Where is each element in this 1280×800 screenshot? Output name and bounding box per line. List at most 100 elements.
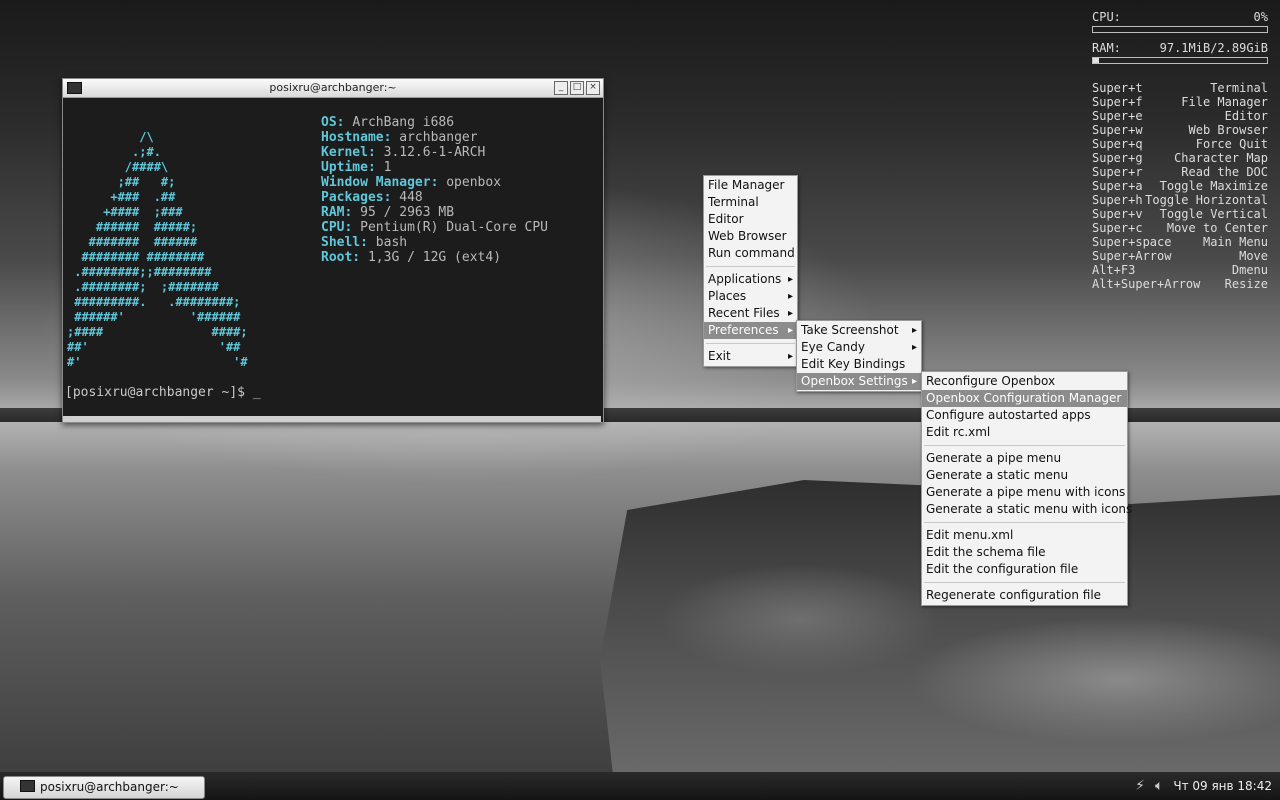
shortcut-row: Super+g Character Map [1092, 151, 1268, 165]
ram-bar [1092, 57, 1268, 64]
system-info-row: Hostname: archbanger [321, 130, 548, 145]
system-info-value: bash [375, 235, 408, 250]
system-info-key: Shell: [321, 235, 368, 250]
taskbar: posixru@archbanger:~ ⚡ 🔈︎ Чт 09 янв 18:4… [0, 772, 1280, 800]
close-button[interactable]: × [586, 81, 600, 95]
menu-item-generate-pipe-menu-icons[interactable]: Generate a pipe menu with icons [922, 484, 1127, 501]
menu-item-eye-candy[interactable]: Eye Candy [797, 339, 921, 356]
menu-item-edit-rcxml[interactable]: Edit rc.xml [922, 424, 1127, 441]
maximize-button[interactable]: □ [570, 81, 584, 95]
menu-item-recent-files[interactable]: Recent Files [704, 305, 797, 322]
menu-item-regenerate-config[interactable]: Regenerate configuration file [922, 587, 1127, 604]
shortcut-row: Super+Arrow Move [1092, 249, 1268, 263]
shortcut-key: Super+a [1092, 179, 1143, 193]
menu-item-run-command[interactable]: Run command [704, 245, 797, 262]
menu-item-edit-schema[interactable]: Edit the schema file [922, 544, 1127, 561]
menu-item-configure-autostart[interactable]: Configure autostarted apps [922, 407, 1127, 424]
shortcut-key: Super+c [1092, 221, 1143, 235]
terminal-window[interactable]: posixru@archbanger:~ _ □ × /\ .;#. /####… [62, 78, 604, 423]
shortcut-key: Super+f [1092, 95, 1143, 109]
terminal-content[interactable]: /\ .;#. /####\ ;## #; +### .## +#### ;##… [63, 98, 601, 400]
terminal-icon [67, 82, 82, 94]
menu-item-applications[interactable]: Applications [704, 271, 797, 288]
menu-item-places[interactable]: Places [704, 288, 797, 305]
menu-item-reconfigure-openbox[interactable]: Reconfigure Openbox [922, 373, 1127, 390]
shell-prompt[interactable]: [posixru@archbanger ~]$ _ [65, 385, 261, 400]
terminal-title: posixru@archbanger:~ [269, 81, 397, 94]
ram-value: 97.1MiB/2.89GiB [1159, 41, 1268, 55]
system-info-value: ArchBang i686 [352, 115, 455, 130]
shortcut-key: Super+r [1092, 165, 1143, 179]
system-info-row: Uptime: 1 [321, 160, 548, 175]
taskbar-task-terminal[interactable]: posixru@archbanger:~ [3, 776, 205, 799]
system-info-value: Pentium(R) Dual-Core CPU [360, 220, 548, 235]
shortcut-row: Super+space Main Menu [1092, 235, 1268, 249]
network-icon[interactable]: ⚡ [1135, 778, 1145, 794]
menu-separator [706, 266, 795, 267]
system-info-row: Packages: 448 [321, 190, 548, 205]
system-info-value: 1,3G / 12G (ext4) [367, 250, 502, 265]
system-info-value: 1 [383, 160, 392, 175]
terminal-scrollbar[interactable] [63, 416, 601, 422]
openbox-settings-submenu: Reconfigure Openbox Openbox Configuratio… [921, 371, 1132, 606]
system-info-value: archbanger [399, 130, 478, 145]
menu-item-exit[interactable]: Exit [704, 348, 797, 365]
shortcut-key: Alt+Super+Arrow [1092, 277, 1201, 291]
shortcut-row: Super+t Terminal [1092, 81, 1268, 95]
shortcut-key: Super+v [1092, 207, 1143, 221]
menu-item-preferences[interactable]: Preferences [704, 322, 797, 339]
clock[interactable]: Чт 09 янв 18:42 [1173, 779, 1272, 793]
system-info-row: Shell: bash [321, 235, 548, 250]
minimize-button[interactable]: _ [554, 81, 568, 95]
cpu-row: CPU: 0% [1092, 10, 1268, 24]
terminal-titlebar[interactable]: posixru@archbanger:~ _ □ × [63, 79, 603, 98]
shortcut-row: Super+a Toggle Maximize [1092, 179, 1268, 193]
system-info-row: RAM: 95 / 2963 MB [321, 205, 548, 220]
system-info-row: Window Manager: openbox [321, 175, 548, 190]
shortcut-row: Super+f File Manager [1092, 95, 1268, 109]
shortcut-key: Super+q [1092, 137, 1143, 151]
shortcut-action: Toggle Maximize [1159, 179, 1268, 193]
menu-item-openbox-config-manager[interactable]: Openbox Configuration Manager [922, 390, 1127, 407]
menu-item-openbox-settings[interactable]: Openbox Settings [797, 373, 921, 390]
shortcut-action: File Manager [1181, 95, 1268, 109]
system-info-key: OS: [321, 115, 345, 130]
shortcut-row: Super+w Web Browser [1092, 123, 1268, 137]
shortcut-row: Super+c Move to Center [1092, 221, 1268, 235]
menu-item-take-screenshot[interactable]: Take Screenshot [797, 322, 921, 339]
system-info-key: CPU: [321, 220, 353, 235]
system-info-key: Root: [321, 250, 361, 265]
shortcut-key: Super+g [1092, 151, 1143, 165]
shortcut-row: Super+r Read the DOC [1092, 165, 1268, 179]
menu-item-web-browser[interactable]: Web Browser [704, 228, 797, 245]
system-info-key: Packages: [321, 190, 392, 205]
system-info-key: Window Manager: [321, 175, 439, 190]
menu-item-terminal[interactable]: Terminal [704, 194, 797, 211]
cpu-value: 0% [1253, 10, 1268, 24]
task-label: posixru@archbanger:~ [40, 780, 179, 794]
shortcut-action: Character Map [1174, 151, 1268, 165]
system-info-key: Uptime: [321, 160, 376, 175]
window-buttons: _ □ × [554, 81, 600, 95]
shortcut-key: Super+w [1092, 123, 1143, 137]
menu-item-editor[interactable]: Editor [704, 211, 797, 228]
menu-item-generate-static-menu[interactable]: Generate a static menu [922, 467, 1127, 484]
ram-row: RAM: 97.1MiB/2.89GiB [1092, 41, 1268, 55]
menu-item-generate-static-menu-icons[interactable]: Generate a static menu with icons [922, 501, 1132, 518]
system-info-row: OS: ArchBang i686 [321, 115, 548, 130]
volume-icon[interactable]: 🔈︎ [1155, 778, 1163, 794]
menu-item-generate-pipe-menu[interactable]: Generate a pipe menu [922, 450, 1127, 467]
shortcut-action: Toggle Vertical [1159, 207, 1268, 221]
shortcut-row: Super+q Force Quit [1092, 137, 1268, 151]
menu-item-file-manager[interactable]: File Manager [704, 177, 797, 194]
menu-item-edit-key-bindings[interactable]: Edit Key Bindings [797, 356, 921, 373]
shortcut-key: Alt+F3 [1092, 263, 1136, 277]
shortcut-action: Dmenu [1231, 263, 1268, 277]
menu-item-edit-menuxml[interactable]: Edit menu.xml [922, 527, 1127, 544]
system-info-key: RAM: [321, 205, 353, 220]
shortcut-action: Move to Center [1166, 221, 1268, 235]
menu-item-edit-config-file[interactable]: Edit the configuration file [922, 561, 1127, 578]
shortcut-action: Toggle Horizontal [1145, 193, 1268, 207]
shortcut-row: Super+e Editor [1092, 109, 1268, 123]
system-info-row: CPU: Pentium(R) Dual-Core CPU [321, 220, 548, 235]
